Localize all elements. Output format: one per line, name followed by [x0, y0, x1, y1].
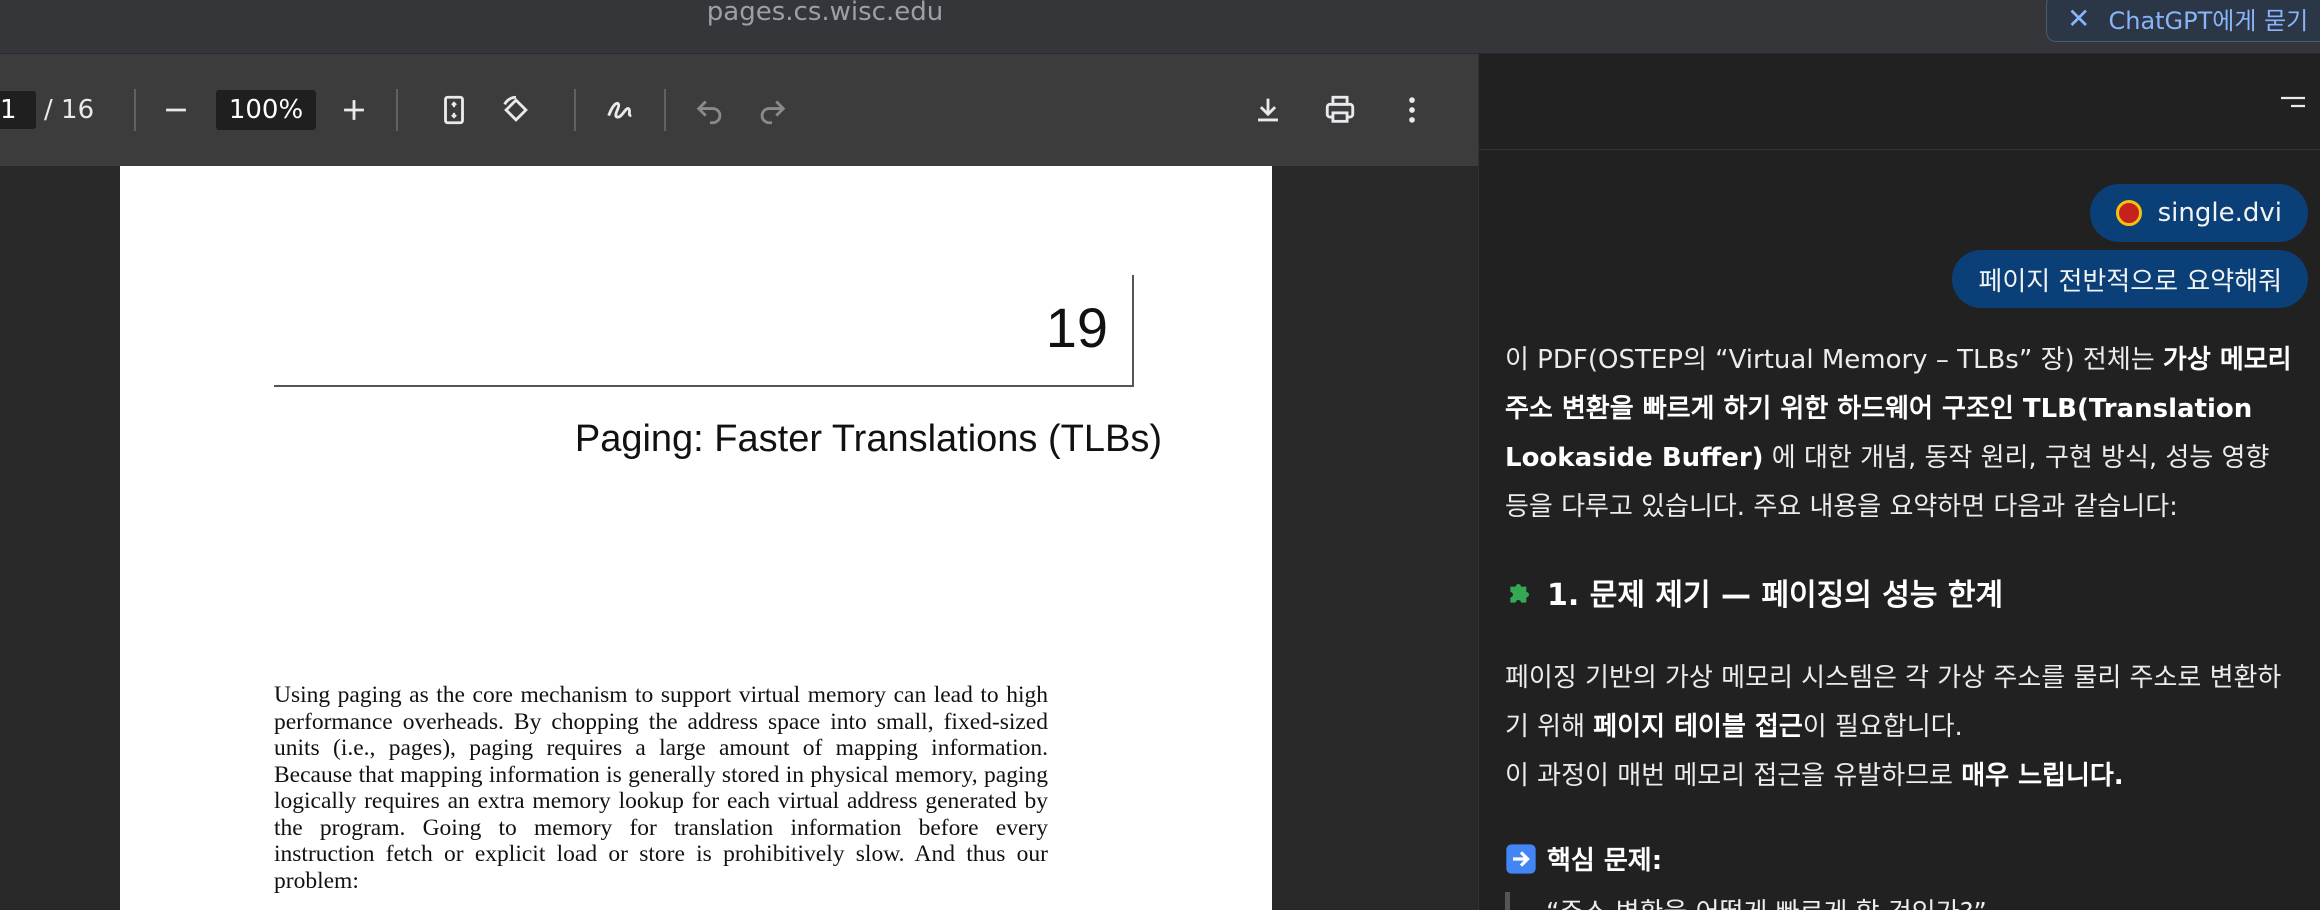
answer-text: 이 과정이 매번 메모리 접근을 유발하므로 [1505, 761, 1962, 791]
pdf-viewer[interactable]: 19 Paging: Faster Translations (TLBs) Us… [0, 166, 1478, 910]
puzzle-piece-icon [1510, 584, 1529, 603]
pdf-page: 19 Paging: Faster Translations (TLBs) Us… [120, 166, 1272, 910]
chatgpt-side-panel: single.dvi 페이지 전반적으로 요약해줘 이 PDF(OSTEP의 “… [1478, 54, 2320, 910]
panel-menu-icon[interactable] [2277, 92, 2307, 116]
assistant-answer-intro: 이 PDF(OSTEP의 “Virtual Memory – TLBs” 장) … [1505, 336, 2295, 532]
section-heading-text: 1. 문제 제기 — 페이징의 성능 한계 [1547, 578, 2004, 613]
chapter-header-box: 19 [274, 275, 1134, 387]
address-bar-url[interactable]: pages.cs.wisc.edu [0, 0, 1650, 28]
zoom-in-icon[interactable] [334, 90, 374, 130]
undo-icon[interactable] [690, 90, 730, 130]
more-options-icon[interactable] [1392, 90, 1432, 130]
toolbar-divider [664, 89, 666, 131]
ask-chatgpt-label: ChatGPT에게 묻기 [2108, 6, 2309, 35]
attached-file-name: single.dvi [2157, 198, 2282, 228]
toolbar-divider [134, 89, 136, 131]
redo-icon[interactable] [752, 90, 792, 130]
answer-text: 이 필요합니다. [1802, 712, 1963, 742]
browser-top-bar: pages.cs.wisc.edu ✕ ChatGPT에게 묻기 [0, 0, 2320, 54]
section-heading-1: 1. 문제 제기 — 페이징의 성능 한계 [1505, 570, 2003, 614]
zoom-out-icon[interactable] [156, 90, 196, 130]
university-crest-icon [2115, 200, 2142, 226]
right-arrow-icon [1506, 843, 1536, 874]
chat-header [1479, 54, 2320, 150]
answer-text: 이 PDF(OSTEP의 “Virtual Memory – TLBs” 장) … [1505, 345, 2163, 375]
zoom-level-input[interactable]: 100% [216, 90, 316, 130]
fit-page-icon[interactable] [434, 90, 474, 130]
user-message-bubble: 페이지 전반적으로 요약해줘 [1952, 250, 2308, 308]
core-problem-label: 핵심 문제: [1547, 846, 1663, 876]
answer-bold-text: 페이지 테이블 접근 [1593, 712, 1803, 742]
page-total: / 16 [44, 95, 95, 125]
blockquote: “주소 변환을 어떻게 빠르게 할 것인가?” [1505, 892, 2295, 910]
section1-paragraph-2: 이 과정이 매번 메모리 접근을 유발하므로 매우 느립니다. [1505, 752, 2305, 801]
page-number-input[interactable]: 1 [0, 91, 36, 129]
intro-paragraph: Using paging as the core mechanism to su… [274, 682, 1048, 894]
chapter-title: Paging: Faster Translations (TLBs) [574, 418, 1162, 460]
chapter-number: 19 [1045, 296, 1108, 359]
core-problem-heading: 핵심 문제: [1505, 840, 1662, 877]
attached-file-chip[interactable]: single.dvi [2089, 184, 2308, 242]
draw-icon[interactable] [600, 90, 640, 130]
toolbar-divider [396, 89, 398, 131]
section1-paragraph-1: 페이징 기반의 가상 메모리 시스템은 각 가상 주소를 물리 주소로 변환하기… [1505, 654, 2305, 752]
rotate-icon[interactable] [496, 90, 536, 130]
close-icon[interactable]: ✕ [2067, 2, 2090, 35]
toolbar-divider [574, 89, 576, 131]
download-icon[interactable] [1248, 90, 1288, 130]
ask-chatgpt-button[interactable]: ✕ ChatGPT에게 묻기 [2046, 0, 2320, 42]
pdf-toolbar: 1 / 16 100% [0, 54, 1478, 166]
answer-bold-text: 매우 느립니다. [1961, 761, 2124, 791]
print-icon[interactable] [1320, 90, 1360, 130]
